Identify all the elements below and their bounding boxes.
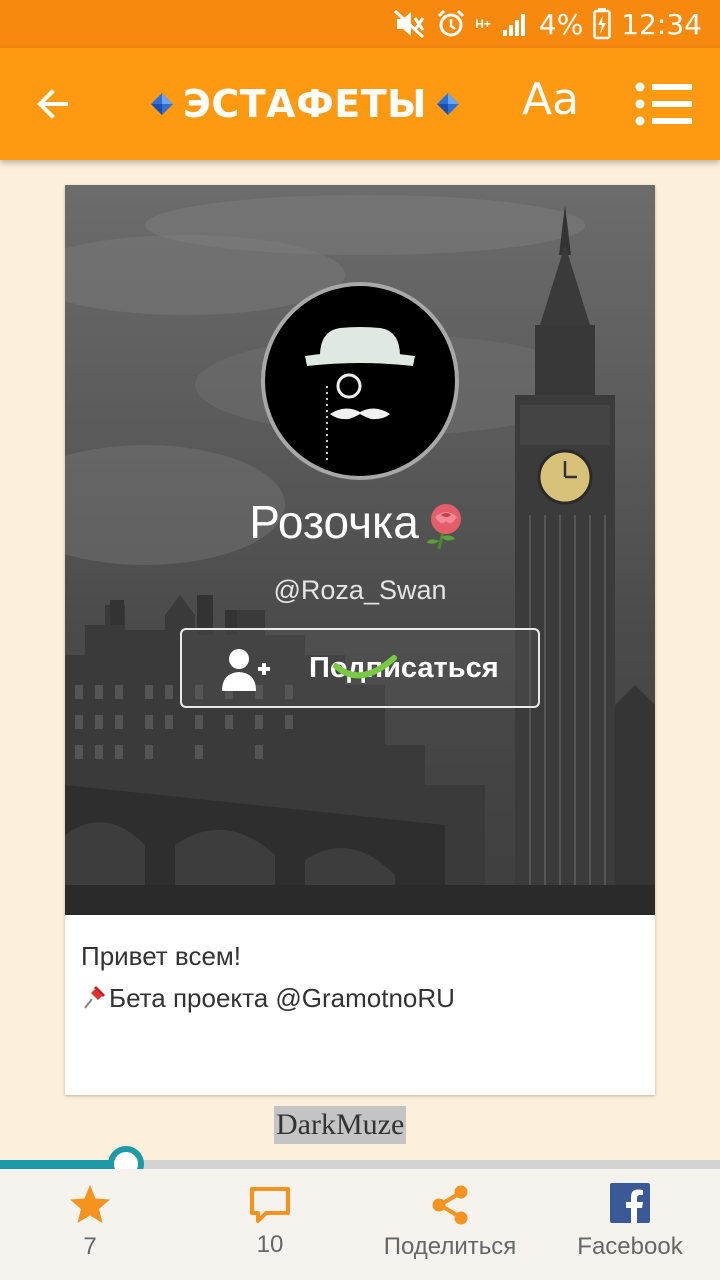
status-bar: H+ 4% 12:34 <box>0 0 720 48</box>
menu-button[interactable] <box>634 82 694 126</box>
title-group: ЭСТАФЕТЫ <box>150 78 460 130</box>
alarm-icon <box>437 6 465 42</box>
comment-icon <box>250 1187 290 1223</box>
network-icon: H+ <box>475 16 491 31</box>
share-label: Поделиться <box>383 1233 517 1260</box>
menu-list-icon <box>635 82 692 126</box>
rose-icon <box>426 503 461 550</box>
likes-count: 7 <box>83 1233 97 1260</box>
loading-spinner-icon <box>333 655 397 679</box>
comments-button[interactable]: 10 <box>180 1169 360 1280</box>
bio-line: Бета проекта @GramotnoRU <box>81 977 455 1019</box>
add-user-icon <box>222 649 270 691</box>
back-arrow-icon <box>37 89 68 119</box>
bio-line: Привет всем! <box>81 941 241 971</box>
signal-icon <box>501 6 529 42</box>
bottom-action-bar: 7 10 Поделиться Facebook <box>0 1169 720 1280</box>
page-title: ЭСТАФЕТЫ <box>182 82 428 126</box>
profile-card: Розочка @Roza_Swan Подписаться Привет вс… <box>65 185 655 1095</box>
share-button[interactable]: Поделиться <box>360 1169 540 1280</box>
author-label[interactable]: DarkMuze <box>274 1106 407 1144</box>
cover-image: Розочка @Roza_Swan Подписаться <box>65 185 655 915</box>
mute-icon <box>393 6 427 42</box>
facebook-icon <box>610 1183 650 1223</box>
app-bar: ЭСТАФЕТЫ Aa <box>0 48 720 160</box>
battery-charging-icon <box>593 6 612 42</box>
facebook-label: Facebook <box>577 1233 683 1260</box>
font-size-button[interactable]: Aa <box>522 74 579 125</box>
share-icon <box>432 1185 468 1225</box>
profile-bio: Привет всем! Бета проекта @GramotnoRU <box>81 935 455 1019</box>
subscribe-button[interactable]: Подписаться <box>180 628 540 708</box>
profile-name: Розочка <box>65 495 655 551</box>
facebook-button[interactable]: Facebook <box>540 1169 720 1280</box>
gentleman-avatar[interactable] <box>261 282 459 480</box>
star-icon <box>70 1185 110 1223</box>
blue-diamond-icon <box>436 93 459 115</box>
clock: 12:34 <box>621 7 702 41</box>
profile-handle: @Roza_Swan <box>273 575 447 605</box>
back-button[interactable] <box>30 82 82 126</box>
blue-diamond-icon <box>151 93 173 115</box>
battery-percentage: 4% <box>538 7 584 41</box>
like-button[interactable]: 7 <box>0 1169 180 1280</box>
pushpin-icon <box>84 986 105 1009</box>
bio-line-text: Бета проекта @GramotnoRU <box>109 983 455 1013</box>
comments-count: 10 <box>256 1231 284 1258</box>
profile-name-text: Розочка <box>249 496 419 548</box>
